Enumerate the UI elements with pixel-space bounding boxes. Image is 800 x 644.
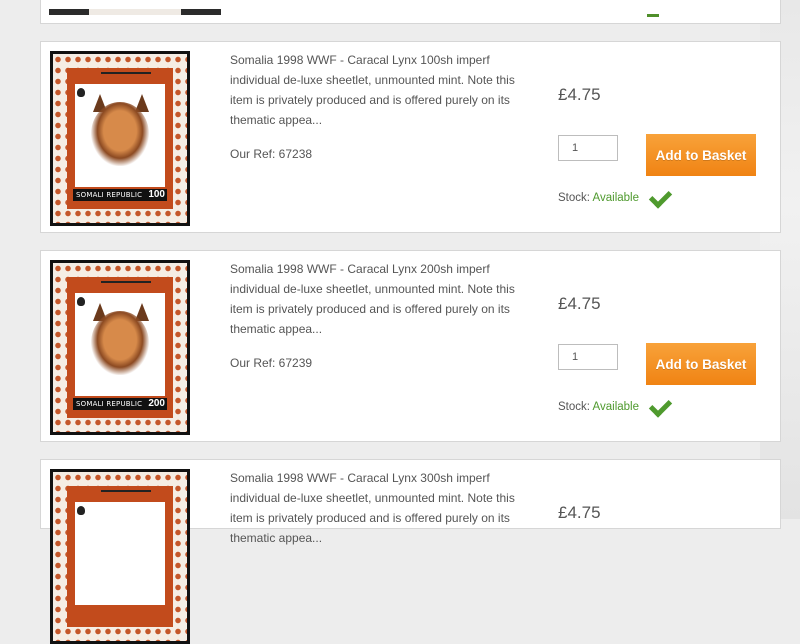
wwf-logo-icon (77, 297, 85, 306)
quantity-input[interactable] (558, 135, 618, 161)
product-image-partial (49, 9, 221, 15)
product-image[interactable]: SOMALI REPUBLIC 100 (50, 51, 190, 226)
stamp-value: 200 (148, 398, 165, 409)
product-price: £4.75 (558, 294, 601, 313)
checkmark-icon (647, 9, 659, 17)
add-to-basket-button[interactable]: Add to Basket (646, 343, 756, 385)
product-card: SOMALI REPUBLIC 100 Somalia 1998 WWF - C… (40, 41, 781, 233)
product-description[interactable]: Somalia 1998 WWF - Caracal Lynx 200sh im… (230, 259, 530, 339)
product-price: £4.75 (558, 503, 601, 522)
product-card: SOMALI REPUBLIC 200 Somalia 1998 WWF - C… (40, 250, 781, 442)
stock-label: Stock: (558, 192, 590, 204)
stamp-illustration: SOMALI REPUBLIC 200 (53, 263, 187, 432)
product-card-previous (40, 0, 781, 24)
checkmark-icon (647, 185, 673, 211)
quantity-input[interactable] (558, 344, 618, 370)
stock-status: Stock: Available (558, 192, 639, 204)
stock-label: Stock: (558, 401, 590, 413)
stock-available: Available (592, 192, 639, 204)
stamp-illustration: SOMALI REPUBLIC 100 (53, 54, 187, 223)
product-description[interactable]: Somalia 1998 WWF - Caracal Lynx 300sh im… (230, 468, 530, 548)
caracal-icon (91, 102, 149, 166)
stamp-illustration (53, 472, 187, 641)
product-ref: Our Ref: 67239 (230, 356, 313, 370)
caracal-icon (91, 311, 149, 375)
product-image[interactable]: SOMALI REPUBLIC 200 (50, 260, 190, 435)
stamp-value: 100 (148, 189, 165, 200)
wwf-logo-icon (77, 88, 85, 97)
stock-available: Available (592, 401, 639, 413)
stock-status: Stock: Available (558, 401, 639, 413)
product-price: £4.75 (558, 85, 601, 104)
product-image[interactable] (50, 469, 190, 644)
wwf-logo-icon (77, 506, 85, 515)
product-ref: Our Ref: 67238 (230, 147, 313, 161)
checkmark-icon (647, 394, 673, 420)
product-description[interactable]: Somalia 1998 WWF - Caracal Lynx 100sh im… (230, 50, 530, 130)
add-to-basket-button[interactable]: Add to Basket (646, 134, 756, 176)
